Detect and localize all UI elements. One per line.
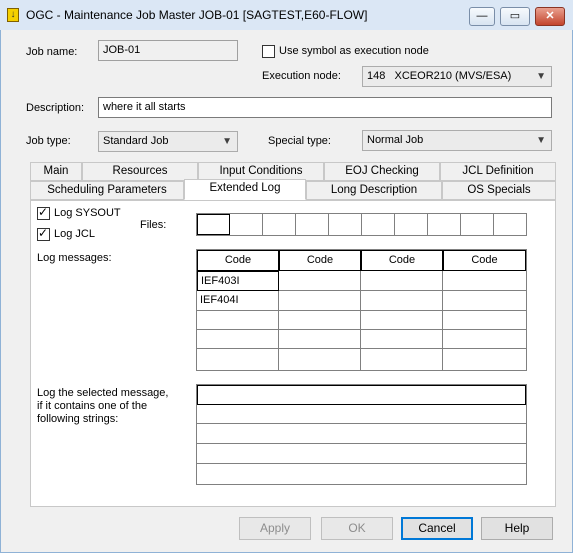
string-row[interactable]	[197, 385, 526, 405]
cancel-button[interactable]: Cancel	[401, 517, 473, 540]
code-cell[interactable]	[197, 349, 279, 370]
code-cell[interactable]	[279, 311, 361, 330]
description-label: Description:	[26, 102, 85, 114]
code-cell[interactable]: IEF404I	[197, 291, 279, 311]
code-cell[interactable]	[361, 330, 443, 349]
tab-main[interactable]: Main	[30, 162, 82, 181]
code-cell[interactable]: IEF403I	[197, 271, 279, 291]
code-cell[interactable]	[197, 311, 279, 330]
code-cell[interactable]	[361, 271, 443, 291]
use-symbol-label: Use symbol as execution node	[279, 45, 429, 57]
execution-node-select[interactable]: 148 XCEOR210 (MVS/ESA) ▼	[362, 66, 552, 87]
tab-extended-log[interactable]: Extended Log	[184, 179, 306, 200]
ok-button[interactable]: OK	[321, 517, 393, 540]
strings-label-line-3: following strings:	[37, 413, 119, 425]
close-button[interactable]: ✕	[535, 7, 565, 26]
files-cell[interactable]	[329, 214, 362, 235]
files-cell[interactable]	[494, 214, 526, 235]
log-sysout-label: Log SYSOUT	[54, 207, 121, 219]
files-cell[interactable]	[263, 214, 296, 235]
job-name-label: Job name:	[26, 46, 78, 58]
codes-grid: Code Code Code Code IEF403I IEF404I	[196, 249, 527, 371]
help-button[interactable]: Help	[481, 517, 553, 540]
string-row[interactable]	[197, 405, 526, 424]
files-cell[interactable]	[428, 214, 461, 235]
code-cell[interactable]	[443, 291, 526, 311]
log-jcl-checkbox[interactable]	[37, 226, 50, 241]
app-down-arrow-icon: ↓	[7, 8, 19, 22]
strings-label-line-1: Log the selected message,	[37, 387, 169, 399]
special-type-label: Special type:	[268, 135, 331, 147]
files-cell[interactable]	[230, 214, 263, 235]
chevron-down-icon: ▼	[536, 71, 546, 82]
code-column-header: Code	[279, 250, 361, 271]
files-cell[interactable]	[395, 214, 428, 235]
code-cell[interactable]	[361, 349, 443, 370]
files-cell[interactable]	[362, 214, 395, 235]
tab-os-specials[interactable]: OS Specials	[442, 181, 556, 200]
chevron-down-icon: ▼	[222, 136, 232, 147]
code-column-header: Code	[443, 250, 526, 271]
execution-node-value: XCEOR210 (MVS/ESA)	[394, 70, 512, 82]
apply-button[interactable]: Apply	[239, 517, 311, 540]
code-cell[interactable]	[279, 330, 361, 349]
tab-resources[interactable]: Resources	[82, 162, 198, 181]
special-type-value: Normal Job	[367, 134, 424, 146]
tab-eoj-checking[interactable]: EOJ Checking	[324, 162, 440, 181]
close-icon: ✕	[545, 10, 555, 22]
log-messages-label: Log messages:	[37, 252, 112, 264]
execution-node-label: Execution node:	[262, 70, 341, 82]
code-cell[interactable]	[279, 271, 361, 291]
chevron-down-icon: ▼	[536, 135, 546, 146]
code-column-header: Code	[197, 250, 279, 271]
code-cell[interactable]	[279, 349, 361, 370]
job-name-field[interactable]: JOB-01	[98, 40, 238, 61]
code-column-header: Code	[361, 250, 443, 271]
tab-jcl-definition[interactable]: JCL Definition	[440, 162, 556, 181]
strings-grid	[196, 384, 527, 485]
special-type-select[interactable]: Normal Job ▼	[362, 130, 552, 151]
job-type-value: Standard Job	[103, 135, 169, 147]
files-grid	[196, 213, 527, 236]
execution-node-number: 148	[367, 70, 386, 82]
maximize-icon: ▭	[509, 10, 521, 22]
tab-scheduling-parameters[interactable]: Scheduling Parameters	[30, 181, 184, 200]
job-type-select[interactable]: Standard Job ▼	[98, 131, 238, 152]
code-cell[interactable]	[443, 330, 526, 349]
window-title: OGC - Maintenance Job Master JOB-01 [SAG…	[26, 8, 368, 22]
minimize-icon: —	[476, 10, 488, 22]
code-cell[interactable]	[197, 330, 279, 349]
files-cell[interactable]	[296, 214, 329, 235]
log-jcl-label: Log JCL	[54, 228, 95, 240]
tab-long-description[interactable]: Long Description	[306, 181, 442, 200]
code-cell[interactable]	[443, 271, 526, 291]
maximize-button[interactable]: ▭	[500, 7, 530, 26]
files-cell[interactable]	[197, 214, 230, 235]
log-sysout-checkbox[interactable]	[37, 205, 50, 220]
string-row[interactable]	[197, 424, 526, 444]
description-input[interactable]: where it all starts	[98, 97, 552, 118]
files-label: Files:	[140, 219, 167, 231]
job-type-label: Job type:	[26, 135, 71, 147]
code-cell[interactable]	[443, 311, 526, 330]
use-symbol-checkbox[interactable]	[262, 45, 275, 58]
strings-label-line-2: if it contains one of the	[37, 400, 148, 412]
code-cell[interactable]	[443, 349, 526, 370]
string-row[interactable]	[197, 464, 526, 484]
code-cell[interactable]	[361, 311, 443, 330]
string-row[interactable]	[197, 444, 526, 464]
code-cell[interactable]	[279, 291, 361, 311]
minimize-button[interactable]: —	[469, 7, 495, 26]
files-cell[interactable]	[461, 214, 494, 235]
code-cell[interactable]	[361, 291, 443, 311]
